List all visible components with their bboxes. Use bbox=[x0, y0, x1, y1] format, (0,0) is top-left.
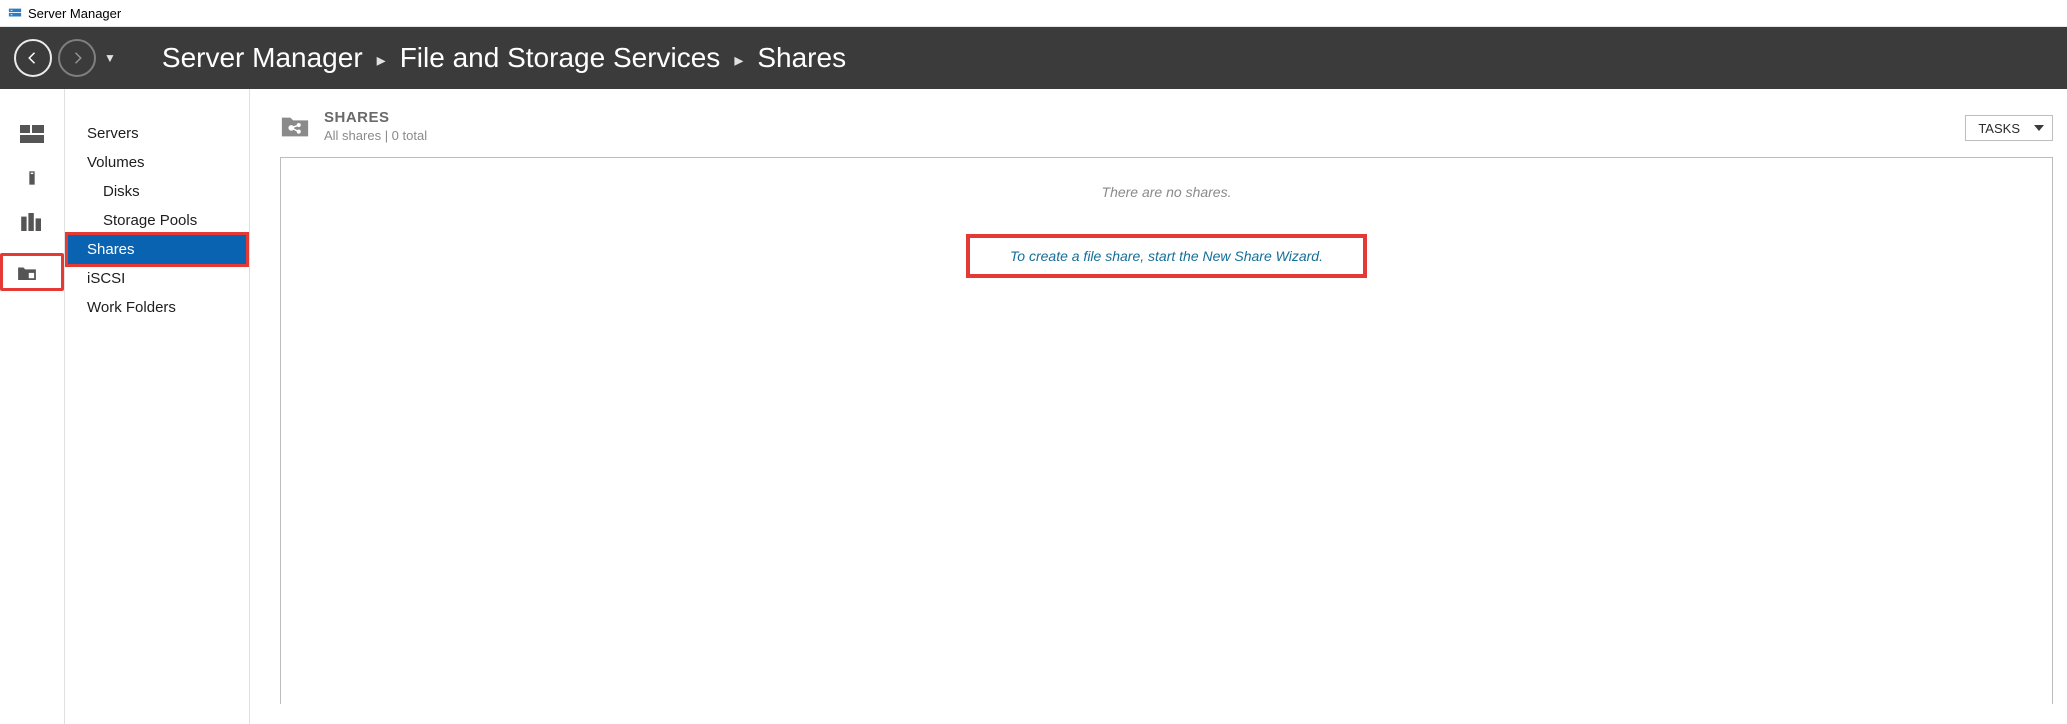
header-bar: ▼ Server Manager ▸ File and Storage Serv… bbox=[0, 27, 2067, 89]
sidebar-item-volumes[interactable]: Volumes bbox=[65, 148, 249, 177]
sidebar-item-work-folders[interactable]: Work Folders bbox=[65, 293, 249, 322]
new-share-wizard-hint: To create a file share, start the New Sh… bbox=[966, 234, 1367, 278]
chevron-down-icon bbox=[2034, 125, 2044, 131]
shares-content-pane: There are no shares. To create a file sh… bbox=[280, 157, 2053, 704]
tasks-dropdown-button[interactable]: TASKS bbox=[1965, 115, 2053, 141]
sidebar-item-iscsi[interactable]: iSCSI bbox=[65, 264, 249, 293]
new-share-wizard-link[interactable]: To create a file share, start the New Sh… bbox=[1010, 248, 1323, 264]
main-content: SHARES All shares | 0 total TASKS There … bbox=[250, 89, 2067, 724]
rail-all-servers-icon[interactable] bbox=[10, 207, 54, 237]
breadcrumb-root[interactable]: Server Manager bbox=[162, 42, 363, 74]
nav-forward-button[interactable] bbox=[58, 39, 96, 77]
section-title: SHARES bbox=[324, 109, 427, 126]
section-subtitle: All shares | 0 total bbox=[324, 128, 427, 143]
chevron-right-icon bbox=[42, 267, 48, 277]
section-header: SHARES All shares | 0 total bbox=[280, 109, 2053, 143]
sidebar-item-disks[interactable]: Disks bbox=[65, 177, 249, 206]
sidebar-item-storage-pools[interactable]: Storage Pools bbox=[65, 206, 249, 235]
sidebar-nav: Servers Volumes Disks Storage Pools Shar… bbox=[65, 89, 250, 724]
icon-rail bbox=[0, 89, 65, 724]
sidebar-item-shares[interactable]: Shares bbox=[65, 232, 249, 267]
breadcrumb-page: Shares bbox=[757, 42, 846, 74]
nav-history-dropdown[interactable]: ▼ bbox=[104, 51, 116, 65]
breadcrumb-section[interactable]: File and Storage Services bbox=[400, 42, 721, 74]
window-title: Server Manager bbox=[28, 6, 121, 21]
window-titlebar: Server Manager bbox=[0, 0, 2067, 27]
breadcrumb: Server Manager ▸ File and Storage Servic… bbox=[162, 42, 846, 74]
nav-back-button[interactable] bbox=[14, 39, 52, 77]
tasks-label: TASKS bbox=[1978, 121, 2020, 136]
chevron-right-icon: ▸ bbox=[734, 50, 743, 71]
shares-folder-icon bbox=[280, 113, 310, 139]
server-manager-app-icon bbox=[8, 6, 22, 20]
rail-file-storage-icon[interactable] bbox=[0, 253, 64, 291]
rail-dashboard-icon[interactable] bbox=[10, 119, 54, 149]
sidebar-item-servers[interactable]: Servers bbox=[65, 119, 249, 148]
empty-shares-message: There are no shares. bbox=[281, 184, 2052, 200]
chevron-right-icon: ▸ bbox=[377, 50, 386, 71]
rail-local-server-icon[interactable] bbox=[10, 163, 54, 193]
